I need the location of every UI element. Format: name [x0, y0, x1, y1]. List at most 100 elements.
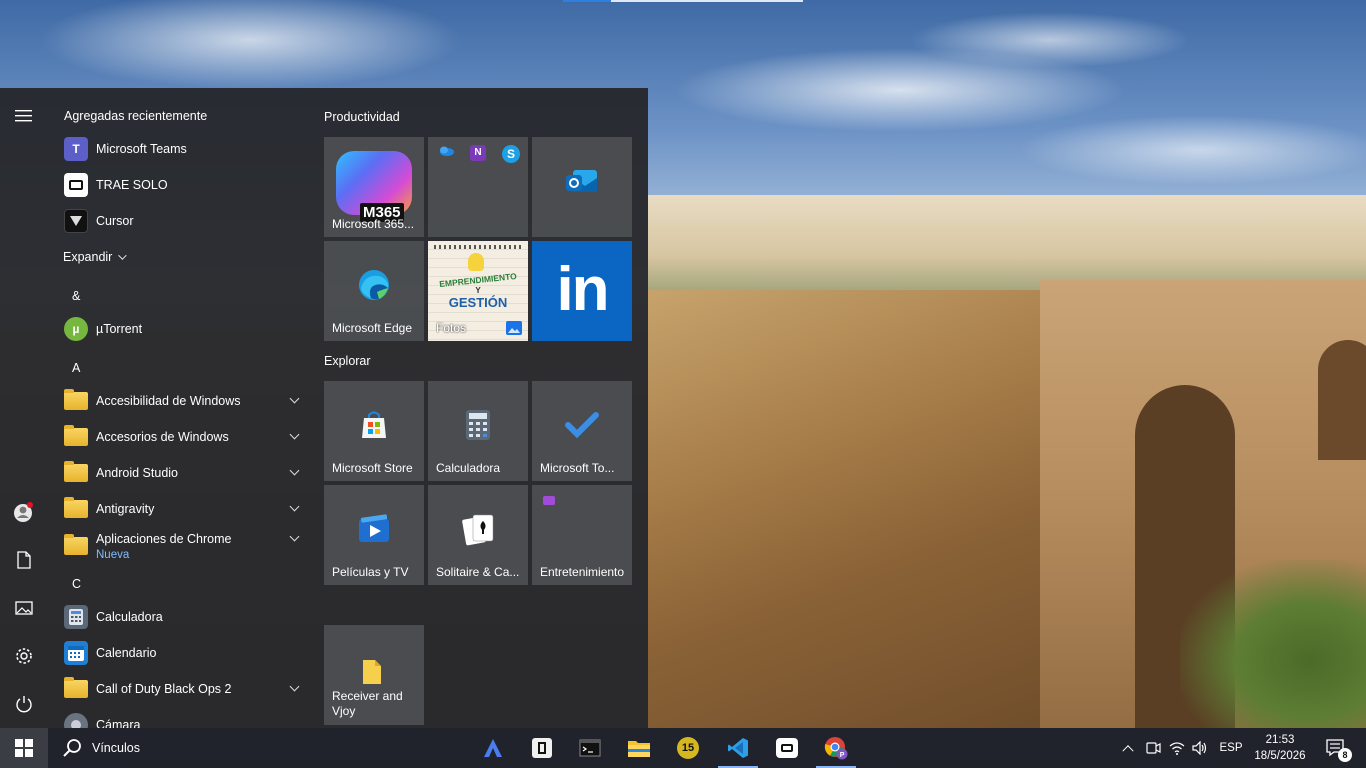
list-item-camara[interactable]: Cámara: [48, 707, 308, 728]
app-list: Agregadas recientemente T Microsoft Team…: [48, 88, 308, 728]
user-avatar-icon: [14, 502, 33, 522]
taskbar-app-terminal[interactable]: [566, 728, 614, 768]
list-item-calculadora[interactable]: Calculadora: [48, 599, 308, 635]
list-item-chrome-apps[interactable]: Aplicaciones de Chrome Nueva: [48, 527, 308, 565]
letter-header-c[interactable]: C: [72, 577, 81, 591]
search-text: Vínculos: [92, 741, 140, 755]
skype-icon: S: [502, 145, 520, 163]
letter-header-amp[interactable]: &: [72, 289, 80, 303]
list-item-calendario[interactable]: Calendario: [48, 635, 308, 671]
power-button[interactable]: [0, 680, 48, 728]
list-item-accesibilidad[interactable]: Accesibilidad de Windows: [48, 383, 308, 419]
taskbar-app-vscode[interactable]: [714, 728, 762, 768]
recently-added-header: Agregadas recientemente: [64, 109, 208, 123]
chevron-down-icon: [289, 393, 300, 404]
todo-check-icon: [565, 412, 599, 439]
window-edge-hint: [611, 0, 803, 2]
tile-microsoft-store[interactable]: Microsoft Store: [324, 381, 424, 481]
calculator-icon: [64, 605, 88, 629]
notification-count-badge: 8: [1338, 748, 1352, 762]
app-label: Accesorios de Windows: [96, 430, 229, 444]
tile-calculadora[interactable]: Calculadora: [428, 381, 528, 481]
taskbar-app-chrome[interactable]: P: [812, 728, 860, 768]
app-label: Call of Duty Black Ops 2: [96, 682, 232, 696]
utorrent-icon: µ: [64, 317, 88, 341]
onedrive-icon: [440, 146, 454, 156]
hamburger-menu-button[interactable]: [0, 92, 48, 140]
tile-fotos[interactable]: EMPRENDIMIENTO Y GESTIÓN Fotos: [428, 241, 528, 341]
expand-label: Expandir: [63, 250, 113, 264]
taskbar-app-trae-solo[interactable]: [763, 728, 811, 768]
start-rail: [0, 88, 48, 728]
group-title-explorar[interactable]: Explorar: [324, 354, 371, 368]
tile-microsoft-365[interactable]: M365 Microsoft 365...: [324, 137, 424, 237]
start-menu: Agregadas recientemente T Microsoft Team…: [0, 88, 648, 728]
tray-language-button[interactable]: ESP: [1214, 728, 1248, 768]
chevron-down-icon: [289, 429, 300, 440]
power-icon: [16, 696, 32, 713]
list-item-accesorios[interactable]: Accesorios de Windows: [48, 419, 308, 455]
wifi-icon: [1169, 742, 1185, 755]
taskbar-app-antigravity[interactable]: [469, 728, 517, 768]
notification-center-button[interactable]: 8: [1318, 728, 1354, 768]
window-edge-hint: [563, 0, 611, 2]
tray-meet-button[interactable]: [1142, 728, 1164, 768]
group-title-productividad[interactable]: Productividad: [324, 110, 400, 124]
fotos-image-text: GESTIÓN: [448, 295, 508, 310]
tray-clock[interactable]: 21:53 18/5/2026: [1248, 732, 1312, 764]
expand-button[interactable]: Expandir: [48, 239, 308, 275]
outlook-icon: [566, 170, 597, 192]
tile-linkedin[interactable]: in: [532, 241, 632, 341]
tile-peliculas-tv[interactable]: Películas y TV: [324, 485, 424, 585]
file-icon: [363, 660, 381, 684]
folder-icon: [64, 497, 88, 518]
speaker-icon: [1192, 741, 1207, 755]
user-account-button[interactable]: [0, 488, 48, 536]
tile-office-folder[interactable]: N S: [428, 137, 528, 237]
folder-icon: [64, 677, 88, 698]
start-button[interactable]: [0, 728, 48, 768]
tile-receiver-vjoy[interactable]: Receiver and Vjoy: [324, 625, 424, 725]
list-item-android-studio[interactable]: Android Studio: [48, 455, 308, 491]
terminal-icon: [579, 739, 601, 757]
tray-overflow-button[interactable]: [1118, 728, 1138, 768]
onenote-icon: N: [470, 145, 486, 161]
list-item-microsoft-teams[interactable]: T Microsoft Teams: [48, 131, 308, 167]
list-item-cursor[interactable]: Cursor: [48, 203, 308, 239]
tile-microsoft-edge[interactable]: Microsoft Edge: [324, 241, 424, 341]
store-icon: [362, 411, 386, 438]
tray-volume-button[interactable]: [1189, 728, 1211, 768]
app-label: Cámara: [96, 718, 141, 728]
tile-label: Calculadora: [436, 461, 501, 475]
clock-time: 21:53: [1265, 734, 1295, 746]
tile-label: Receiver and Vjoy: [332, 689, 403, 718]
list-item-trae-solo[interactable]: TRAE SOLO: [48, 167, 308, 203]
settings-button[interactable]: [0, 632, 48, 680]
linkedin-icon: in: [556, 255, 609, 324]
tile-microsoft-todo[interactable]: Microsoft To...: [532, 381, 632, 481]
list-item-utorrent[interactable]: µ µTorrent: [48, 311, 308, 347]
tile-entretenimiento[interactable]: Entretenimiento: [532, 485, 632, 585]
taskbar-search-box[interactable]: Vínculos: [48, 728, 348, 768]
taskbar-app-trae[interactable]: [518, 728, 566, 768]
windows-logo-icon: [15, 739, 33, 757]
documents-button[interactable]: [0, 536, 48, 584]
tile-outlook[interactable]: [532, 137, 632, 237]
gear-icon: [16, 648, 32, 664]
pictures-button[interactable]: [0, 584, 48, 632]
taskbar-app-15[interactable]: 15: [664, 728, 712, 768]
list-item-antigravity[interactable]: Antigravity: [48, 491, 308, 527]
chrome-icon: P: [824, 737, 848, 760]
letter-header-a[interactable]: A: [72, 361, 80, 375]
tile-label: Microsoft Store: [332, 461, 413, 475]
camera-icon: [64, 713, 88, 728]
tile-label: Fotos: [436, 321, 467, 335]
folder-icon: [64, 534, 88, 555]
list-item-call-of-duty[interactable]: Call of Duty Black Ops 2: [48, 671, 308, 707]
tile-solitaire[interactable]: Solitaire & Ca...: [428, 485, 528, 585]
chevron-up-icon: [1122, 745, 1134, 757]
tray-network-button[interactable]: [1166, 728, 1188, 768]
search-icon: [63, 739, 81, 757]
tile-label: Microsoft Edge: [332, 321, 413, 335]
taskbar-app-file-explorer[interactable]: [615, 728, 663, 768]
